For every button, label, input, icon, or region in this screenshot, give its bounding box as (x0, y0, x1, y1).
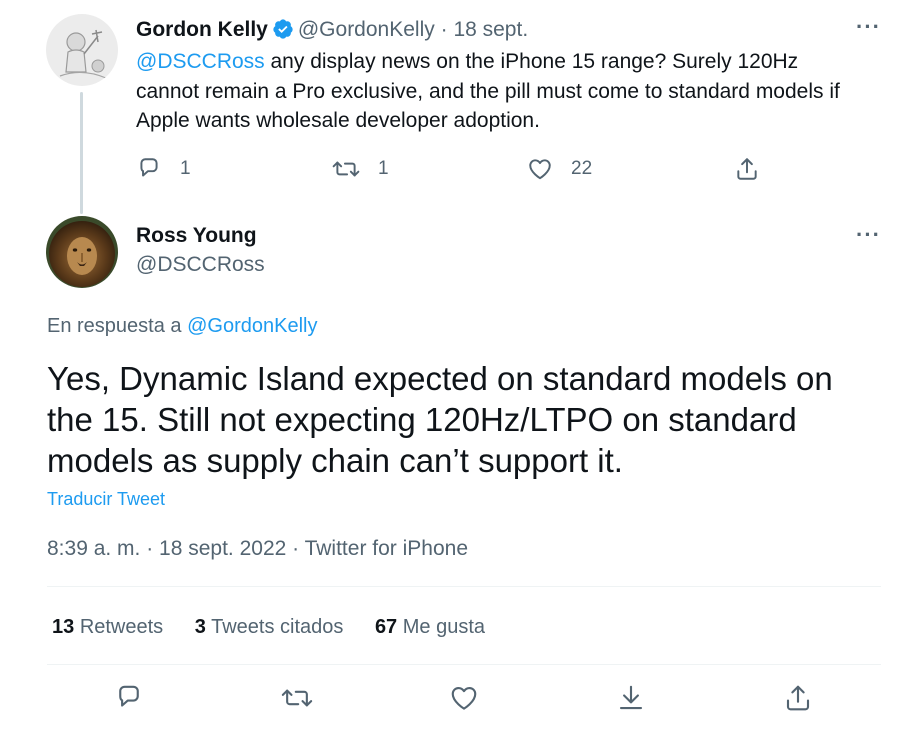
parent-share-button[interactable] (734, 152, 760, 186)
parent-tweet-date[interactable]: 18 sept. (453, 18, 528, 41)
quote-tweets-stat[interactable]: 3 Tweets citados (195, 614, 344, 640)
reply-icon (136, 156, 162, 182)
parent-text-line3: Apple wants wholesale developer adoption… (136, 109, 540, 132)
parent-more-icon[interactable]: ··· (856, 14, 881, 40)
parent-actions-bar: 1 1 22 (136, 152, 776, 186)
retweet-icon (332, 156, 360, 182)
quotes-count: 3 (194, 616, 206, 638)
retweets-label: Retweets (79, 616, 164, 638)
divider-top (47, 586, 881, 587)
parent-like-count: 22 (571, 158, 593, 179)
translate-tweet-link[interactable]: Traducir Tweet (47, 487, 165, 511)
parent-retweet-count: 1 (378, 158, 389, 179)
share-icon (734, 156, 760, 182)
verified-badge-icon (272, 18, 294, 48)
like-icon (449, 683, 479, 718)
likes-stat[interactable]: 67 Me gusta (375, 614, 485, 640)
reply-icon (114, 683, 144, 718)
main-share-button[interactable] (778, 680, 818, 720)
parent-text-line1: any display news on the iPhone 15 range?… (264, 50, 799, 73)
retweet-icon (281, 683, 313, 718)
parent-tweet-text: @DSCCRoss any display news on the iPhone… (136, 47, 896, 136)
reply-prefix: En respuesta a (47, 315, 188, 337)
retweets-stat[interactable]: 13 Retweets (52, 614, 163, 640)
like-icon (527, 156, 553, 182)
main-retweet-button[interactable] (277, 680, 317, 720)
parent-tweet-header: Gordon Kelly @GordonKelly · 18 sept. (136, 16, 528, 48)
parent-text-line2: cannot remain a Pro exclusive, and the p… (136, 79, 840, 103)
main-reply-button[interactable] (109, 680, 149, 720)
divider-bottom (47, 664, 881, 665)
thread-connector-line (80, 92, 83, 214)
share-icon (783, 683, 813, 718)
main-bookmark-button[interactable] (611, 680, 651, 720)
parent-mention-link[interactable]: @DSCCRoss (136, 50, 265, 73)
parent-author-name[interactable]: Gordon Kelly (136, 18, 268, 41)
gordon-kelly-avatar[interactable] (46, 14, 118, 86)
main-like-button[interactable] (444, 680, 484, 720)
likes-label: Me gusta (402, 616, 486, 638)
parent-retweet-button[interactable]: 1 (332, 152, 389, 186)
main-more-icon[interactable]: ··· (856, 222, 881, 248)
parent-tweet[interactable]: Gordon Kelly @GordonKelly · 18 sept. ··· … (0, 0, 920, 210)
main-author-handle[interactable]: @DSCCRoss (136, 251, 265, 279)
retweets-count: 13 (52, 616, 75, 638)
likes-count: 67 (374, 616, 398, 638)
main-tweet-text: Yes, Dynamic Island expected on standard… (47, 360, 833, 479)
main-author-name[interactable]: Ross Young (136, 222, 257, 250)
bookmark-icon (616, 683, 646, 718)
reply-to-handle-link[interactable]: @GordonKelly (187, 315, 317, 337)
engagement-stats: 13 Retweets 3 Tweets citados 67 Me gusta (52, 614, 511, 640)
parent-author-handle[interactable]: @GordonKelly (298, 18, 435, 41)
parent-like-button[interactable]: 22 (527, 152, 592, 186)
ross-young-avatar[interactable] (46, 216, 118, 288)
tweet-meta[interactable]: 8:39 a. m. · 18 sept. 2022 · Twitter for… (47, 535, 468, 563)
quotes-label: Tweets citados (211, 616, 344, 638)
parent-reply-count: 1 (180, 158, 191, 179)
main-actions-bar (47, 680, 881, 720)
reply-context: En respuesta a @GordonKelly (47, 312, 317, 340)
header-separator: · (440, 18, 448, 41)
parent-reply-button[interactable]: 1 (136, 152, 191, 186)
